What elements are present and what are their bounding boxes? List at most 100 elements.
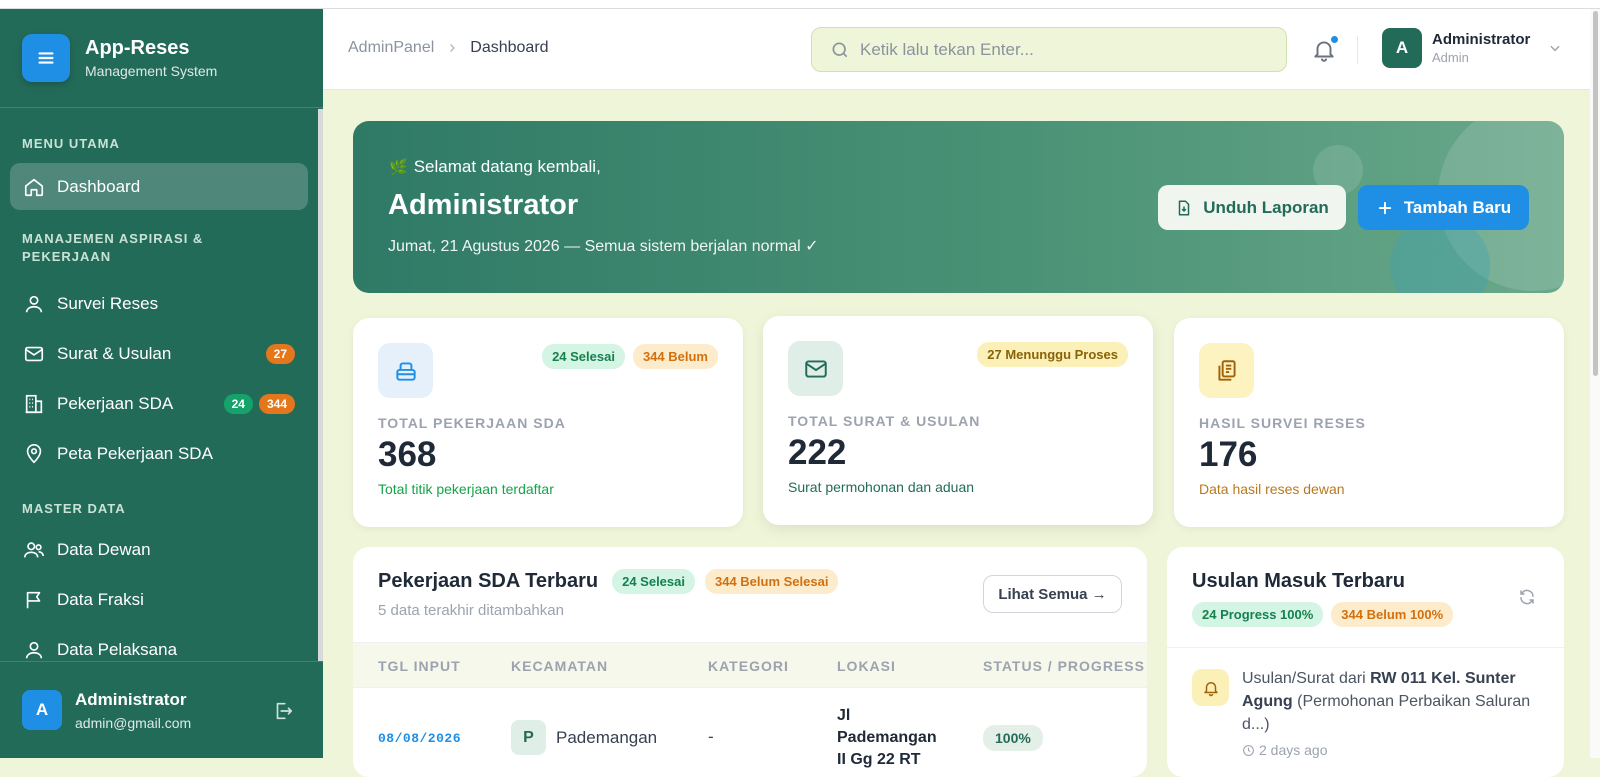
sidebar: App-Reses Management System MENU UTAMA D… (0, 9, 323, 758)
stat-subtext: Total titik pekerjaan terdaftar (378, 481, 554, 497)
sidebar-scrollbar[interactable] (318, 109, 323, 669)
belum-selesai-pill: 344 Belum Selesai (704, 569, 839, 594)
stat-value: 222 (788, 433, 847, 472)
notification-button[interactable] (1311, 36, 1339, 65)
stat-label: TOTAL SURAT & USULAN (788, 413, 981, 429)
scrollbar-thumb[interactable] (1593, 11, 1598, 376)
hamburger-icon (38, 52, 54, 64)
section-master-data: MASTER DATA (22, 501, 126, 516)
add-new-button[interactable]: Tambah Baru (1358, 185, 1529, 230)
usulan-icon-box (1192, 669, 1229, 706)
col-tgl-input[interactable]: TGL INPUT (378, 658, 461, 674)
breadcrumb-root[interactable]: AdminPanel (348, 39, 434, 57)
sidebar-item-label: Dashboard (57, 176, 141, 196)
view-all-button[interactable]: Lihat Semua → (983, 575, 1122, 613)
cell-lokasi: Jl Pademangan II Gg 22 RT (837, 707, 937, 768)
sidebar-item-label: Data Pelaksana (57, 639, 178, 659)
footer-user-name: Administrator (75, 689, 187, 709)
kecamatan-avatar: P (511, 720, 546, 755)
stat-card-pekerjaan[interactable]: 24 Selesai 344 Belum TOTAL PEKERJAAN SDA… (353, 318, 743, 527)
sidebar-item-data-fraksi[interactable]: Data Fraksi (10, 576, 308, 623)
belum-pill: 344 Belum (632, 344, 718, 369)
logout-icon[interactable] (272, 700, 294, 722)
breadcrumb-current: Dashboard (470, 39, 549, 56)
mail-icon (24, 346, 44, 361)
search-input[interactable] (860, 39, 1260, 60)
usulan-item[interactable]: Usulan/Surat dari RW 011 Kel. Sunter Agu… (1242, 667, 1542, 736)
sidebar-item-data-dewan[interactable]: Data Dewan (10, 526, 308, 573)
plus-icon (1378, 201, 1391, 214)
download-report-label: Unduh Laporan (1203, 197, 1329, 217)
welcome-date: Jumat, 21 Agustus 2026 — Semua sistem be… (388, 238, 819, 255)
top-header: AdminPanel Dashboard A Administrator Adm… (323, 9, 1590, 90)
stat-icon-box (788, 341, 843, 396)
usulan-prefix: Usulan/Surat dari (1242, 670, 1366, 687)
section-manajemen: MANAJEMEN ASPIRASI & PEKERJAAN (22, 231, 204, 264)
cell-date: 08/08/2026 (378, 731, 462, 746)
col-kecamatan[interactable]: KECAMATAN (511, 658, 608, 674)
card-title: Usulan Masuk Terbaru (1192, 570, 1406, 592)
welcome-name: Administrator (388, 189, 579, 221)
stat-icon-box (378, 343, 433, 398)
header-user-role: Admin (1432, 50, 1469, 65)
section-menu-utama: MENU UTAMA (22, 136, 120, 151)
selesai-pill: 24 Selesai (612, 569, 695, 594)
refresh-icon[interactable] (1518, 588, 1536, 606)
card-subtitle: 5 data terakhir ditambahkan (378, 602, 564, 619)
sidebar-item-survei-reses[interactable]: Survei Reses (10, 280, 308, 327)
stat-card-survei[interactable]: HASIL SURVEI RESES 176 Data hasil reses … (1174, 318, 1564, 527)
notification-dot (1331, 36, 1338, 43)
welcome-banner: 🌿 Selamat datang kembali, Administrator J… (353, 121, 1564, 293)
col-kategori[interactable]: KATEGORI (708, 658, 789, 674)
greeting-text: Selamat datang kembali, (413, 157, 601, 176)
brand-title: App-Reses (85, 37, 190, 59)
sidebar-user-footer: A Administrator admin@gmail.com (0, 661, 323, 758)
search-box (811, 27, 1287, 72)
download-report-button[interactable]: Unduh Laporan (1158, 185, 1346, 230)
progress-badge: 100% (983, 725, 1043, 751)
sidebar-header: App-Reses Management System (0, 9, 323, 108)
col-lokasi[interactable]: LOKASI (837, 658, 896, 674)
stat-label: TOTAL PEKERJAAN SDA (378, 415, 566, 431)
table-header: TGL INPUT KECAMATAN KATEGORI LOKASI STAT… (353, 642, 1147, 688)
sidebar-item-peta-pekerjaan[interactable]: Peta Pekerjaan SDA (10, 430, 308, 477)
sidebar-item-label: Data Fraksi (57, 589, 144, 609)
bell-icon (1203, 681, 1218, 696)
stat-value: 368 (378, 435, 437, 474)
cell-kategori: - (708, 727, 714, 746)
clock-icon (1243, 744, 1254, 756)
building-icon (25, 394, 43, 413)
sidebar-item-label: Peta Pekerjaan SDA (57, 443, 213, 463)
usulan-time-text: 2 days ago (1259, 742, 1328, 758)
users-icon (24, 541, 44, 557)
kecamatan-name: Pademangan (556, 727, 658, 747)
sidebar-item-label: Data Dewan (57, 539, 151, 559)
stat-subtext: Surat permohonan dan aduan (788, 479, 975, 495)
add-new-label: Tambah Baru (1403, 197, 1512, 217)
selesai-pill: 24 Selesai (542, 344, 625, 369)
surat-count-badge: 27 (265, 343, 295, 364)
header-user-name: Administrator (1432, 31, 1531, 48)
table-row[interactable]: 08/08/2026 P Pademangan - Jl Pademangan … (353, 688, 1147, 777)
usulan-time: 2 days ago (1242, 742, 1328, 758)
user-menu[interactable]: A Administrator Admin (1382, 28, 1562, 68)
stat-value: 176 (1199, 435, 1258, 474)
sidebar-item-pekerjaan-sda[interactable]: Pekerjaan SDA 24 344 (10, 380, 308, 427)
stat-card-surat[interactable]: 27 Menunggu Proses TOTAL SURAT & USULAN … (763, 316, 1153, 525)
usulan-pills: 24 Progress 100% 344 Belum 100% (1192, 602, 1454, 627)
menu-toggle-button[interactable] (22, 34, 70, 82)
chevron-down-icon (1550, 45, 1560, 52)
clipboard-icon (1217, 359, 1236, 381)
sidebar-item-dashboard[interactable]: Dashboard (10, 163, 308, 210)
recent-usulan-card: Usulan Masuk Terbaru 24 Progress 100% 34… (1167, 547, 1564, 777)
mail-icon (804, 359, 827, 378)
avatar: A (22, 690, 62, 730)
flag-icon (26, 591, 41, 608)
page-scrollbar[interactable] (1590, 9, 1600, 758)
col-status[interactable]: STATUS / PROGRESS (983, 658, 1145, 674)
stat-icon-box (1199, 343, 1254, 398)
brand: App-Reses Management System (85, 37, 217, 79)
browser-top-edge (0, 0, 1600, 9)
sidebar-item-surat-usulan[interactable]: Surat & Usulan 27 (10, 330, 308, 377)
map-pin-icon (26, 443, 42, 463)
